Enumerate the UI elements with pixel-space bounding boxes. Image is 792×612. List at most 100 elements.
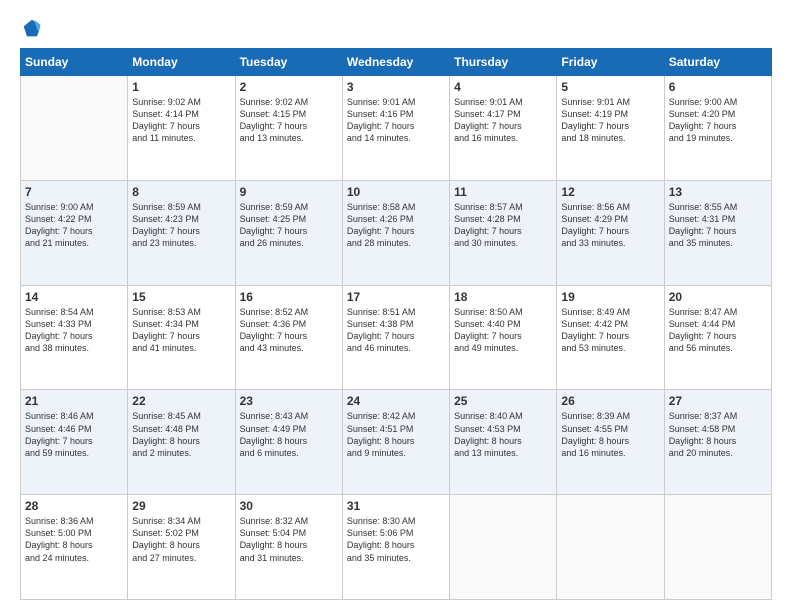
calendar-day-cell: 27 Sunrise: 8:37 AMSunset: 4:58 PMDayligh… — [664, 390, 771, 495]
page: SundayMondayTuesdayWednesdayThursdayFrid… — [0, 0, 792, 612]
calendar-day-cell: 21Sunrise: 8:46 AMSunset: 4:46 PMDayligh… — [21, 390, 128, 495]
day-info: Sunrise: 8:56 AMSunset: 4:29 PMDaylight:… — [561, 201, 659, 250]
day-info: Sunrise: 8:49 AMSunset: 4:42 PMDaylight:… — [561, 306, 659, 355]
calendar-day-cell: 17 Sunrise: 8:51 AMSunset: 4:38 PMDayligh… — [342, 285, 449, 390]
day-number: 11 — [454, 185, 552, 199]
day-info: Sunrise: 8:37 AMSunset: 4:58 PMDaylight:… — [669, 410, 767, 459]
day-info: Sunrise: 9:01 AMSunset: 4:16 PMDaylight:… — [347, 96, 445, 145]
day-number: 15 — [132, 290, 230, 304]
calendar-day-cell: 6 Sunrise: 9:00 AMSunset: 4:20 PMDaylight… — [664, 76, 771, 181]
day-info: Sunrise: 8:52 AMSunset: 4:36 PMDaylight:… — [240, 306, 338, 355]
day-info: Sunrise: 8:40 AMSunset: 4:53 PMDaylight:… — [454, 410, 552, 459]
calendar-week-row: 7 Sunrise: 9:00 AMSunset: 4:22 PMDaylight… — [21, 180, 772, 285]
logo — [20, 18, 42, 38]
logo-icon — [22, 18, 42, 38]
calendar-week-row: 14Sunrise: 8:54 AMSunset: 4:33 PMDayligh… — [21, 285, 772, 390]
calendar-week-row: 21Sunrise: 8:46 AMSunset: 4:46 PMDayligh… — [21, 390, 772, 495]
day-number: 7 — [25, 185, 123, 199]
day-number: 9 — [240, 185, 338, 199]
calendar-day-cell: 4 Sunrise: 9:01 AMSunset: 4:17 PMDaylight… — [450, 76, 557, 181]
day-number: 28 — [25, 499, 123, 513]
day-number: 20 — [669, 290, 767, 304]
day-info: Sunrise: 8:57 AMSunset: 4:28 PMDaylight:… — [454, 201, 552, 250]
day-info: Sunrise: 8:32 AMSunset: 5:04 PMDaylight:… — [240, 515, 338, 564]
calendar-day-cell: 7 Sunrise: 9:00 AMSunset: 4:22 PMDaylight… — [21, 180, 128, 285]
day-info: Sunrise: 8:55 AMSunset: 4:31 PMDaylight:… — [669, 201, 767, 250]
calendar-day-cell: 19 Sunrise: 8:49 AMSunset: 4:42 PMDayligh… — [557, 285, 664, 390]
calendar-day-header: Monday — [128, 49, 235, 76]
calendar-week-row: 28 Sunrise: 8:36 AMSunset: 5:00 PMDayligh… — [21, 495, 772, 600]
calendar-day-cell: 16 Sunrise: 8:52 AMSunset: 4:36 PMDayligh… — [235, 285, 342, 390]
calendar-day-cell: 15 Sunrise: 8:53 AMSunset: 4:34 PMDayligh… — [128, 285, 235, 390]
calendar-day-cell: 11 Sunrise: 8:57 AMSunset: 4:28 PMDayligh… — [450, 180, 557, 285]
day-info: Sunrise: 9:01 AMSunset: 4:17 PMDaylight:… — [454, 96, 552, 145]
calendar-day-cell: 24 Sunrise: 8:42 AMSunset: 4:51 PMDayligh… — [342, 390, 449, 495]
calendar-day-cell: 18Sunrise: 8:50 AMSunset: 4:40 PMDayligh… — [450, 285, 557, 390]
calendar-day-cell: 13Sunrise: 8:55 AMSunset: 4:31 PMDayligh… — [664, 180, 771, 285]
day-number: 19 — [561, 290, 659, 304]
day-info: Sunrise: 8:47 AMSunset: 4:44 PMDaylight:… — [669, 306, 767, 355]
calendar-day-cell — [21, 76, 128, 181]
calendar-day-cell: 1 Sunrise: 9:02 AMSunset: 4:14 PMDaylight… — [128, 76, 235, 181]
calendar-day-cell — [450, 495, 557, 600]
day-info: Sunrise: 8:53 AMSunset: 4:34 PMDaylight:… — [132, 306, 230, 355]
calendar-week-row: 1 Sunrise: 9:02 AMSunset: 4:14 PMDaylight… — [21, 76, 772, 181]
calendar-day-cell: 12 Sunrise: 8:56 AMSunset: 4:29 PMDayligh… — [557, 180, 664, 285]
day-number: 27 — [669, 394, 767, 408]
day-number: 17 — [347, 290, 445, 304]
calendar-day-header: Wednesday — [342, 49, 449, 76]
day-number: 5 — [561, 80, 659, 94]
day-number: 6 — [669, 80, 767, 94]
day-info: Sunrise: 8:34 AMSunset: 5:02 PMDaylight:… — [132, 515, 230, 564]
calendar-day-cell: 20 Sunrise: 8:47 AMSunset: 4:44 PMDayligh… — [664, 285, 771, 390]
day-info: Sunrise: 8:30 AMSunset: 5:06 PMDaylight:… — [347, 515, 445, 564]
calendar-table: SundayMondayTuesdayWednesdayThursdayFrid… — [20, 48, 772, 600]
day-info: Sunrise: 8:39 AMSunset: 4:55 PMDaylight:… — [561, 410, 659, 459]
day-number: 29 — [132, 499, 230, 513]
calendar-day-header: Thursday — [450, 49, 557, 76]
calendar-day-cell: 9 Sunrise: 8:59 AMSunset: 4:25 PMDaylight… — [235, 180, 342, 285]
day-number: 23 — [240, 394, 338, 408]
day-info: Sunrise: 8:51 AMSunset: 4:38 PMDaylight:… — [347, 306, 445, 355]
day-number: 16 — [240, 290, 338, 304]
day-number: 31 — [347, 499, 445, 513]
calendar-day-cell — [664, 495, 771, 600]
calendar-day-cell: 3Sunrise: 9:01 AMSunset: 4:16 PMDaylight… — [342, 76, 449, 181]
day-number: 22 — [132, 394, 230, 408]
day-number: 8 — [132, 185, 230, 199]
day-info: Sunrise: 8:42 AMSunset: 4:51 PMDaylight:… — [347, 410, 445, 459]
day-info: Sunrise: 8:58 AMSunset: 4:26 PMDaylight:… — [347, 201, 445, 250]
day-info: Sunrise: 9:00 AMSunset: 4:20 PMDaylight:… — [669, 96, 767, 145]
day-info: Sunrise: 9:02 AMSunset: 4:15 PMDaylight:… — [240, 96, 338, 145]
calendar-day-header: Tuesday — [235, 49, 342, 76]
day-number: 18 — [454, 290, 552, 304]
day-info: Sunrise: 8:43 AMSunset: 4:49 PMDaylight:… — [240, 410, 338, 459]
calendar-day-header: Sunday — [21, 49, 128, 76]
day-number: 1 — [132, 80, 230, 94]
day-info: Sunrise: 9:00 AMSunset: 4:22 PMDaylight:… — [25, 201, 123, 250]
calendar-day-cell: 25 Sunrise: 8:40 AMSunset: 4:53 PMDayligh… — [450, 390, 557, 495]
day-info: Sunrise: 8:54 AMSunset: 4:33 PMDaylight:… — [25, 306, 123, 355]
day-info: Sunrise: 8:59 AMSunset: 4:23 PMDaylight:… — [132, 201, 230, 250]
day-number: 12 — [561, 185, 659, 199]
day-info: Sunrise: 8:36 AMSunset: 5:00 PMDaylight:… — [25, 515, 123, 564]
day-info: Sunrise: 9:02 AMSunset: 4:14 PMDaylight:… — [132, 96, 230, 145]
calendar-day-header: Saturday — [664, 49, 771, 76]
header — [20, 18, 772, 38]
day-number: 4 — [454, 80, 552, 94]
day-number: 25 — [454, 394, 552, 408]
calendar-day-header: Friday — [557, 49, 664, 76]
calendar-day-cell: 2 Sunrise: 9:02 AMSunset: 4:15 PMDaylight… — [235, 76, 342, 181]
day-info: Sunrise: 8:45 AMSunset: 4:48 PMDaylight:… — [132, 410, 230, 459]
day-number: 2 — [240, 80, 338, 94]
day-info: Sunrise: 8:46 AMSunset: 4:46 PMDaylight:… — [25, 410, 123, 459]
calendar-header-row: SundayMondayTuesdayWednesdayThursdayFrid… — [21, 49, 772, 76]
day-number: 24 — [347, 394, 445, 408]
calendar-day-cell: 31 Sunrise: 8:30 AMSunset: 5:06 PMDayligh… — [342, 495, 449, 600]
calendar-day-cell: 8 Sunrise: 8:59 AMSunset: 4:23 PMDaylight… — [128, 180, 235, 285]
day-info: Sunrise: 9:01 AMSunset: 4:19 PMDaylight:… — [561, 96, 659, 145]
calendar-day-cell: 5 Sunrise: 9:01 AMSunset: 4:19 PMDaylight… — [557, 76, 664, 181]
day-info: Sunrise: 8:59 AMSunset: 4:25 PMDaylight:… — [240, 201, 338, 250]
calendar-day-cell: 10Sunrise: 8:58 AMSunset: 4:26 PMDayligh… — [342, 180, 449, 285]
day-number: 30 — [240, 499, 338, 513]
